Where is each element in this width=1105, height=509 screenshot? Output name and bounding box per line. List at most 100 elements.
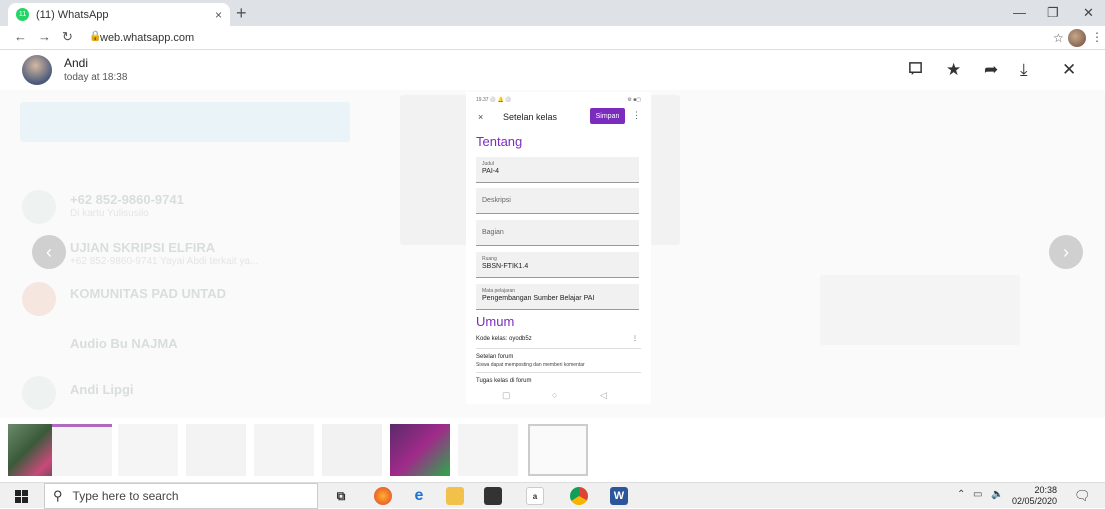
forum-settings-sub: Siswa dapat memposting dan memberi komen… xyxy=(476,362,585,368)
close-icon: × xyxy=(478,112,484,122)
field-mata-pelajaran: Mata pelajaran Pengembangan Sumber Belaj… xyxy=(476,284,639,310)
bg-chat-sub: +62 852-9860-9741 Yayai Abdi terkait ya.… xyxy=(70,256,259,267)
thumbnail-strip xyxy=(0,418,1105,482)
restore-button[interactable]: ❐ xyxy=(1047,5,1059,21)
class-tasks-row: Tugas kelas di forum xyxy=(476,378,532,384)
bg-avatar xyxy=(22,376,56,410)
amazon-icon[interactable]: a xyxy=(526,487,544,505)
bg-avatar xyxy=(22,282,56,316)
word-icon[interactable]: W xyxy=(610,487,628,505)
reload-icon[interactable]: ↻ xyxy=(62,29,73,45)
message-icon[interactable] xyxy=(908,61,923,79)
bg-chat-sub: Di kartu Yulisusilo xyxy=(70,208,149,219)
thumbnail[interactable] xyxy=(52,424,112,476)
bg-chat-title: +62 852-9860-9741 xyxy=(70,192,184,207)
task-view-icon[interactable]: ⧉ xyxy=(332,487,350,505)
file-explorer-icon[interactable] xyxy=(446,487,464,505)
previous-arrow-button[interactable]: ‹ xyxy=(32,235,66,269)
section-heading-tentang: Tentang xyxy=(476,134,523,149)
bg-chat-title: Andi Lipgi xyxy=(70,382,134,397)
home-nav-icon: ○ xyxy=(552,390,558,400)
address-bar: ← → ↻ 🔒 web.whatsapp.com ☆ ⋮ xyxy=(0,26,1105,50)
avatar[interactable] xyxy=(22,55,52,85)
battery-icon[interactable]: ▭ xyxy=(973,489,982,500)
back-icon[interactable]: ← xyxy=(14,29,27,44)
tab-close-icon[interactable]: × xyxy=(215,8,222,22)
bg-avatar xyxy=(22,190,56,224)
edge-icon[interactable]: e xyxy=(410,487,428,505)
more-menu-icon: ⋮ xyxy=(632,336,638,342)
clock-time: 20:38 xyxy=(1034,485,1058,495)
tab-whatsapp[interactable]: 11 (11) WhatsApp × xyxy=(8,3,230,26)
field-judul: Judul PAI-4 xyxy=(476,157,639,183)
thumbnail-selected[interactable] xyxy=(528,424,588,476)
whatsapp-icon: 11 xyxy=(16,8,29,21)
tab-title: (11) WhatsApp xyxy=(36,8,109,21)
download-icon[interactable]: ⤓ xyxy=(1020,61,1028,78)
star-icon[interactable]: ★ xyxy=(946,61,961,78)
window-close-button[interactable]: ✕ xyxy=(1083,5,1094,21)
forward-icon[interactable]: ➦ xyxy=(984,61,998,78)
timestamp: today at 18:38 xyxy=(64,72,128,83)
url-field[interactable]: web.whatsapp.com xyxy=(100,32,194,44)
divider xyxy=(476,348,641,349)
viewer-header: Andi today at 18:38 ★ ➦ ⤓ ✕ xyxy=(0,50,1105,90)
field-label: Mata pelajaran xyxy=(482,288,516,294)
profile-avatar[interactable] xyxy=(1068,29,1086,47)
field-value: Pengembangan Sumber Belajar PAI xyxy=(482,295,595,302)
more-menu-icon: ⋮ xyxy=(632,110,641,120)
field-bagian: Bagian xyxy=(476,220,639,246)
sender-name: Andi xyxy=(64,56,89,70)
thumbnail[interactable] xyxy=(322,424,382,476)
save-button: Simpan xyxy=(590,108,625,124)
field-label: Ruang xyxy=(482,256,497,262)
field-label: Judul xyxy=(482,161,494,167)
phone-screenshot: 19.37 ⚪ 🔔 ⚪ ⚙ ■▢ × Setelan kelas Simpan … xyxy=(466,92,651,404)
thumbnail[interactable] xyxy=(118,424,178,476)
class-code: Kode kelas: oyodb5z xyxy=(476,336,532,342)
taskbar-search-input[interactable]: ⚲ Type here to search xyxy=(44,483,318,509)
system-clock[interactable]: 20:38 02/05/2020 xyxy=(1012,485,1057,507)
phone-status-icons: ⚙ ■▢ xyxy=(627,97,641,103)
chrome-icon[interactable] xyxy=(570,487,588,505)
back-nav-icon: ◁ xyxy=(600,390,607,400)
browser-menu-icon[interactable]: ⋮ xyxy=(1091,30,1103,44)
field-placeholder: Deskripsi xyxy=(482,197,511,204)
thumbnail[interactable] xyxy=(390,424,450,476)
thumbnail[interactable] xyxy=(458,424,518,476)
section-heading-umum: Umum xyxy=(476,314,515,329)
phone-status-time: 19.37 ⚪ 🔔 ⚪ xyxy=(476,97,512,103)
field-value: SBSN-FTIK1.4 xyxy=(482,263,529,270)
forward-nav-icon[interactable]: → xyxy=(38,29,51,44)
divider xyxy=(476,372,641,373)
bookmark-star-icon[interactable]: ☆ xyxy=(1053,31,1064,45)
field-value: PAI-4 xyxy=(482,168,499,175)
bg-chat-title: Audio Bu NAJMA xyxy=(70,336,178,351)
browser-tab-bar: 11 (11) WhatsApp × + — ❐ ✕ xyxy=(0,0,1105,26)
notification-icon[interactable]: 🗨 xyxy=(1074,488,1091,504)
recents-nav-icon: ▢ xyxy=(502,390,511,400)
windows-taskbar: ⚲ Type here to search ⧉ e a W ⌃ ▭ 🔈 20:3… xyxy=(0,482,1105,509)
clock-date: 02/05/2020 xyxy=(1012,496,1058,506)
bg-message xyxy=(820,275,1020,345)
next-arrow-button[interactable]: › xyxy=(1049,235,1083,269)
volume-icon[interactable]: 🔈 xyxy=(991,489,1003,500)
field-placeholder: Bagian xyxy=(482,229,504,236)
thumbnail[interactable] xyxy=(254,424,314,476)
field-deskripsi: Deskripsi xyxy=(476,188,639,214)
forum-settings-title: Setelan forum xyxy=(476,354,514,360)
firefox-icon[interactable] xyxy=(374,487,392,505)
search-icon: ⚲ xyxy=(53,488,63,503)
tray-chevron-icon[interactable]: ⌃ xyxy=(957,489,965,500)
windows-start-icon[interactable] xyxy=(15,490,28,506)
bg-chat-title: KOMUNITAS PAD UNTAD xyxy=(70,286,226,301)
store-icon[interactable] xyxy=(484,487,502,505)
search-placeholder: Type here to search xyxy=(72,489,179,503)
bg-chat-title: UJIAN SKRIPSI ELFIRA xyxy=(70,240,216,255)
thumbnail[interactable] xyxy=(186,424,246,476)
phone-page-title: Setelan kelas xyxy=(503,112,558,122)
new-tab-button[interactable]: + xyxy=(236,3,247,24)
minimize-button[interactable]: — xyxy=(1013,5,1026,20)
bg-notification-banner xyxy=(20,102,350,142)
close-icon[interactable]: ✕ xyxy=(1062,61,1076,78)
